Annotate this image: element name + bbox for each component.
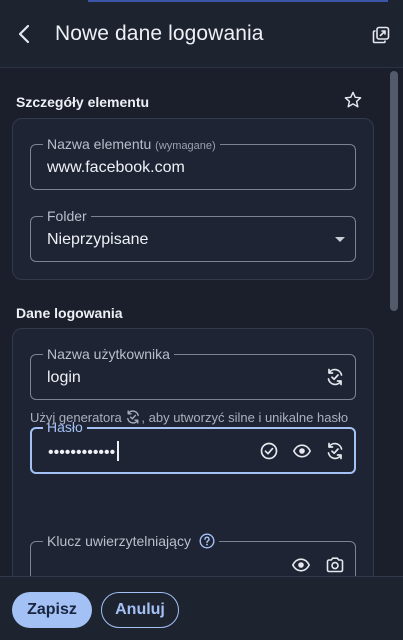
popout-icon [372, 26, 390, 44]
password-value: •••••••••••• [48, 441, 119, 463]
auth-key-label: Klucz uwierzytelniający [43, 532, 219, 550]
login-card: Nazwa użytkownika login Hasło ••••••••••… [12, 328, 374, 601]
bottom-action-bar: Zapisz Anuluj [0, 576, 403, 640]
generate-username-button[interactable] [323, 365, 347, 389]
generate-password-button[interactable] [323, 439, 347, 463]
folder-value: Nieprzypisane [47, 231, 149, 248]
eye-icon [292, 444, 312, 458]
username-value: login [47, 369, 81, 386]
hint-text-start: Użyj generatora [30, 410, 122, 425]
eye-icon [291, 558, 311, 572]
login-section-title: Dane logowania [16, 305, 123, 321]
back-button[interactable] [10, 20, 38, 48]
password-generator-hint: Użyj generatora , aby utworzyć silne i u… [30, 409, 360, 426]
item-details-title: Szczegóły elementu [16, 94, 150, 110]
check-password-button[interactable] [257, 439, 281, 463]
page-title: Nowe dane logowania [55, 22, 264, 45]
dropdown-arrow-icon [335, 237, 345, 242]
item-name-field[interactable]: Nazwa elementu (wymagane) www.facebook.c… [30, 135, 356, 190]
chevron-left-icon [18, 24, 30, 44]
generate-icon[interactable] [125, 409, 141, 425]
username-field[interactable]: Nazwa użytkownika login [30, 345, 356, 400]
save-button[interactable]: Zapisz [12, 592, 92, 628]
check-circle-icon [260, 442, 278, 460]
item-name-label: Nazwa elementu (wymagane) [43, 135, 220, 155]
generate-icon [327, 368, 343, 386]
item-details-card: Nazwa elementu (wymagane) www.facebook.c… [12, 118, 374, 280]
generate-icon [327, 442, 343, 460]
top-bar: Nowe dane logowania [0, 0, 403, 68]
top-accent-line [88, 0, 388, 2]
text-caret [117, 441, 119, 461]
screen: Nowe dane logowania Szczegóły elementu N… [0, 0, 403, 640]
camera-icon [326, 557, 344, 573]
popout-button[interactable] [369, 23, 393, 47]
help-icon[interactable] [199, 533, 215, 549]
toggle-visibility-button[interactable] [290, 439, 314, 463]
hint-text-end: , aby utworzyć silne i unikalne hasło [141, 410, 349, 425]
password-field[interactable]: Hasło •••••••••••• [30, 418, 356, 474]
scan-qr-button[interactable] [323, 553, 347, 577]
scrollbar[interactable] [390, 71, 398, 311]
username-label: Nazwa użytkownika [43, 345, 174, 363]
item-name-required-label: (wymagane) [155, 140, 216, 152]
folder-label: Folder [43, 207, 91, 225]
item-name-value: www.facebook.com [47, 159, 185, 176]
star-outline-icon [344, 91, 362, 108]
favorite-button[interactable] [341, 88, 365, 112]
toggle-auth-key-visibility-button[interactable] [289, 553, 313, 577]
cancel-button[interactable]: Anuluj [101, 592, 179, 628]
folder-select[interactable]: Folder Nieprzypisane [30, 207, 356, 262]
